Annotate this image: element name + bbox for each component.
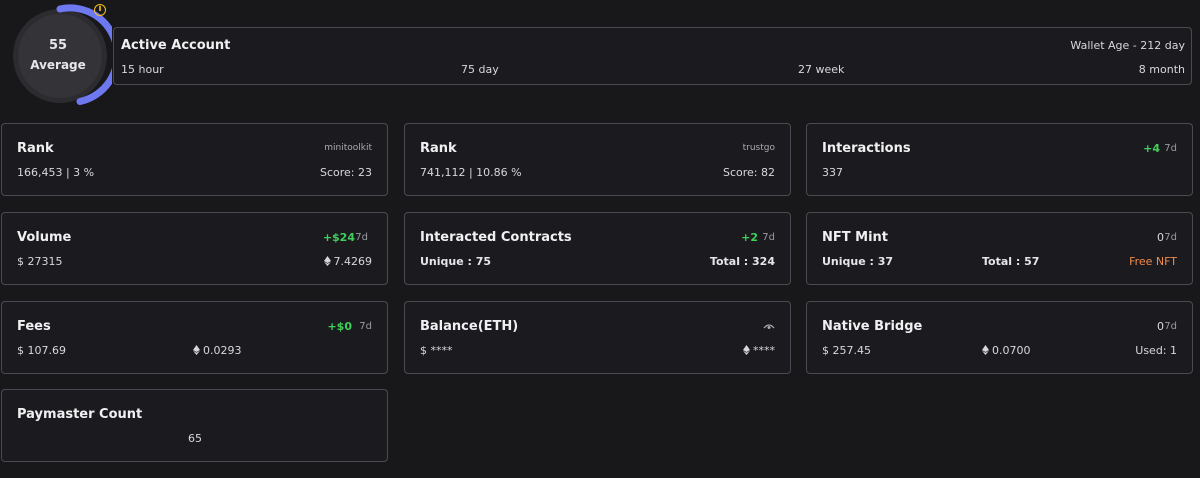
- fees-usd: $ 107.69: [17, 344, 66, 357]
- wallet-age: Wallet Age - 212 day: [1070, 39, 1185, 52]
- volume-usd: $ 27315: [17, 255, 63, 268]
- change-value: +$0: [327, 320, 352, 333]
- rank-trustgo-card: Rank trustgo 741,112 | 10.86 % Score: 82: [404, 123, 791, 196]
- eth-icon: [743, 345, 750, 355]
- rank-score: Score: 23: [319, 166, 372, 179]
- fees-eth: 0.0293: [193, 344, 242, 357]
- balance-usd: $ ****: [420, 344, 453, 357]
- card-title: Interacted Contracts: [420, 230, 572, 245]
- native-bridge-card: Native Bridge 0 7d $ 257.45 0.0700 Used:…: [806, 301, 1193, 374]
- interactions-card: Interactions +4 7d 337: [806, 123, 1193, 196]
- balance-card: Balance(ETH) $ **** ****: [404, 301, 791, 374]
- active-hours: 15 hour: [121, 63, 164, 76]
- eth-value: 7.4269: [333, 255, 373, 268]
- active-weeks: 27 week: [798, 63, 845, 76]
- eth-value: 0.0293: [203, 344, 242, 357]
- active-account-card: Active Account Wallet Age - 212 day 15 h…: [113, 27, 1192, 85]
- volume-card: Volume +$24 7d $ 27315 7.4269: [1, 212, 388, 285]
- total-count: Total : 57: [982, 255, 1040, 268]
- bridge-used: Used: 1: [1135, 344, 1177, 357]
- total-count: Total : 324: [709, 255, 775, 268]
- eth-value: 0.0700: [992, 344, 1031, 357]
- score-widget: 55 Average: [8, 4, 112, 108]
- rank-score: Score: 82: [722, 166, 775, 179]
- change-value: 0: [1157, 231, 1164, 244]
- bridge-usd: $ 257.45: [822, 344, 871, 357]
- change-value: +$24: [322, 231, 355, 244]
- balance-eth: ****: [743, 344, 775, 357]
- unique-count: Unique : 37: [822, 255, 894, 268]
- bridge-eth: 0.0700: [982, 344, 1031, 357]
- score-label: Average: [30, 58, 86, 72]
- card-title: Paymaster Count: [17, 407, 143, 422]
- change-period: 7d: [762, 232, 775, 243]
- rank-source: minitoolkit: [324, 143, 372, 153]
- eth-icon: [323, 256, 331, 266]
- card-title: Rank: [17, 141, 54, 156]
- info-icon[interactable]: i: [94, 4, 106, 16]
- rank-minitoolkit-card: Rank minitoolkit 166,453 | 3 % Score: 23: [1, 123, 388, 196]
- rank-value: 741,112 | 10.86 %: [420, 166, 522, 179]
- change-value: 0: [1157, 320, 1164, 333]
- card-title: Rank: [420, 141, 457, 156]
- interactions-value: 337: [822, 166, 843, 179]
- change-period: 7d: [359, 321, 372, 332]
- eth-icon: [982, 345, 989, 355]
- change-period: 7d: [1164, 143, 1177, 154]
- paymaster-value: 65: [188, 432, 202, 445]
- change-period: 7d: [1164, 232, 1177, 243]
- eth-value: ****: [753, 344, 775, 357]
- card-title: Balance(ETH): [420, 319, 519, 334]
- eye-icon[interactable]: [763, 322, 775, 330]
- card-title: Interactions: [822, 141, 911, 156]
- change-value: +2: [741, 231, 758, 244]
- card-title: Volume: [17, 230, 72, 245]
- free-nft-link[interactable]: Free NFT: [1129, 255, 1177, 268]
- nft-mint-card: NFT Mint 0 7d Unique : 37 Total : 57 Fre…: [806, 212, 1193, 285]
- score-ring: [13, 4, 112, 105]
- eth-icon: [193, 345, 200, 355]
- card-title: Native Bridge: [822, 319, 923, 334]
- paymaster-card: Paymaster Count 65: [1, 389, 388, 462]
- unique-count: Unique : 75: [420, 255, 492, 268]
- active-account-title: Active Account: [121, 38, 231, 53]
- change-value: +4: [1143, 142, 1160, 155]
- card-title: NFT Mint: [822, 230, 889, 245]
- change-period: 7d: [1164, 321, 1177, 332]
- score-value: 55: [48, 38, 68, 53]
- interacted-contracts-card: Interacted Contracts +2 7d Unique : 75 T…: [404, 212, 791, 285]
- active-days: 75 day: [461, 63, 499, 76]
- rank-value: 166,453 | 3 %: [17, 166, 95, 179]
- card-title: Fees: [17, 319, 51, 334]
- volume-eth: 7.4269: [323, 255, 373, 268]
- active-months: 8 month: [1138, 63, 1185, 76]
- rank-source: trustgo: [742, 143, 775, 153]
- change-period: 7d: [355, 232, 368, 243]
- fees-card: Fees +$0 7d $ 107.69 0.0293: [1, 301, 388, 374]
